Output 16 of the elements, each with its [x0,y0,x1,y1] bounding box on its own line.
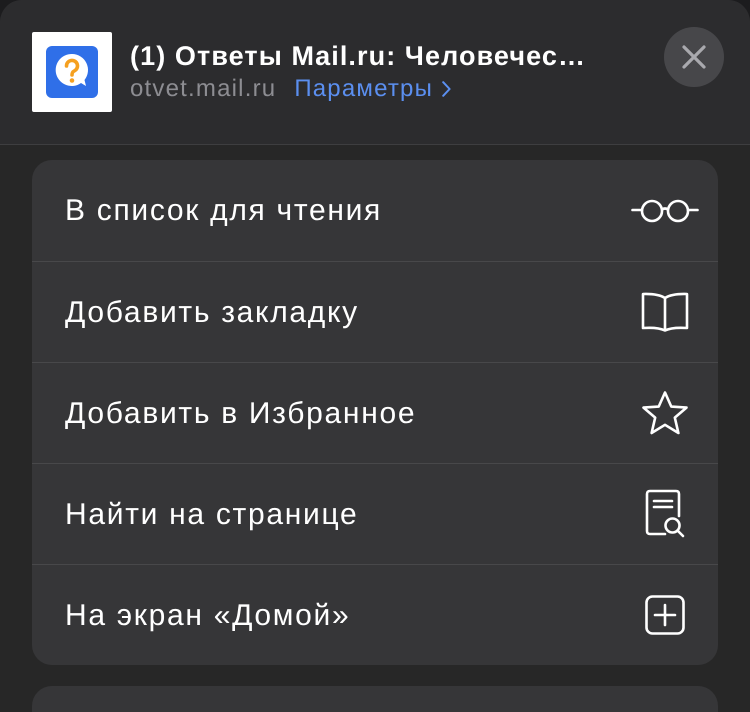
menu-item[interactable]: Найти на странице [32,463,718,564]
book-icon [640,292,690,332]
favicon-icon [32,32,112,112]
menu-item[interactable]: В список для чтения [32,160,718,261]
plus-square-icon [645,595,685,635]
chevron-icon [442,81,452,97]
close-icon [682,45,706,69]
menu-item[interactable]: На экран «Домой» [32,564,718,665]
menu-item[interactable]: Добавить закладку [32,261,718,362]
page-title: (1) Ответы Mail.ru: Человечес… [130,40,586,73]
options-link[interactable]: Параметры [294,74,452,104]
star-icon [641,390,689,436]
page-url: otvet.mail.ru [130,74,276,104]
glasses-icon [631,198,699,222]
menu-item[interactable]: Добавить в Избранное [32,362,718,463]
document-search-icon [645,489,685,539]
